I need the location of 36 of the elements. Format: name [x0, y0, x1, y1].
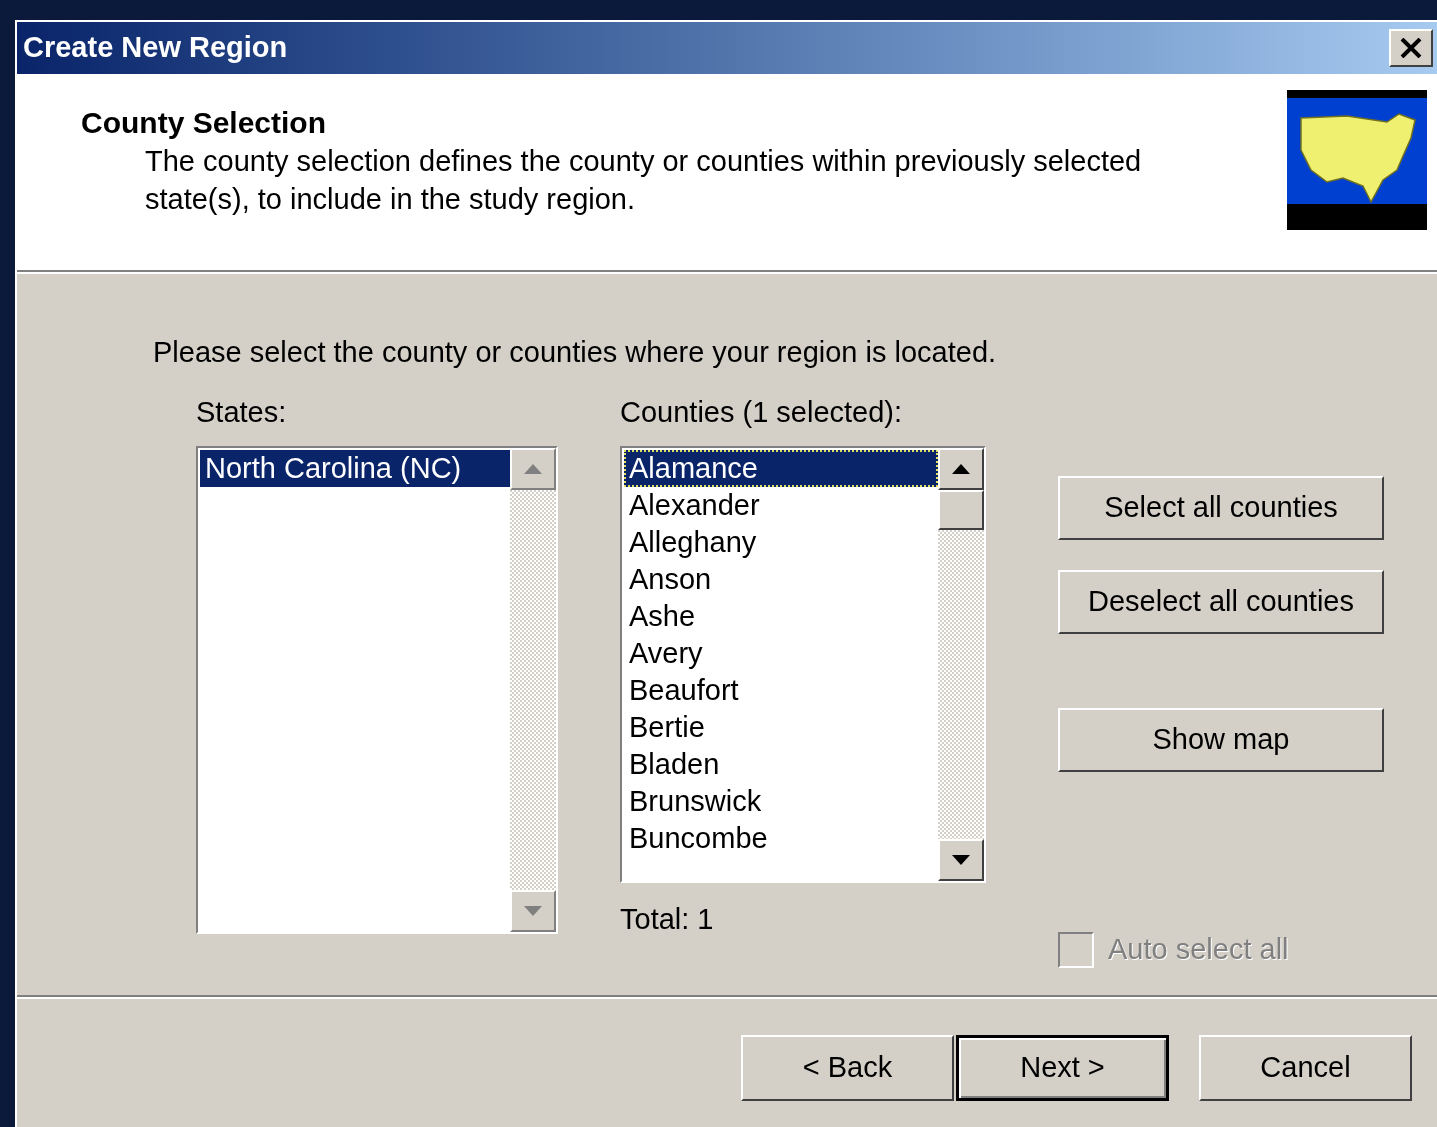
scroll-up-button[interactable] — [938, 448, 984, 490]
wizard-button[interactable]: Next > — [956, 1035, 1169, 1101]
scroll-down-button[interactable] — [938, 839, 984, 881]
us-map-icon — [1287, 90, 1427, 230]
wizard-button[interactable]: Cancel — [1199, 1035, 1412, 1101]
list-item[interactable]: Avery — [624, 635, 938, 672]
total-count: Total: 1 — [620, 902, 715, 937]
list-item[interactable]: Brunswick — [624, 783, 938, 820]
list-item[interactable]: Buncombe — [624, 820, 938, 857]
list-item[interactable]: Ashe — [624, 598, 938, 635]
list-item[interactable]: Alleghany — [624, 524, 938, 561]
list-item[interactable]: Alexander — [624, 487, 938, 524]
header-description: The county selection defines the county or counties within previously selected state(s), to include in the study region. — [144, 144, 1143, 217]
scroll-thumb[interactable] — [938, 490, 984, 530]
list-item[interactable]: Alamance — [624, 450, 938, 487]
header-title: County Selection — [81, 105, 328, 141]
window-title: Create New Region — [23, 30, 288, 66]
list-item[interactable]: Bertie — [624, 709, 938, 746]
list-item[interactable]: Bladen — [624, 746, 938, 783]
up-arrow-icon — [952, 464, 970, 474]
wizard-button[interactable]: < Back — [741, 1035, 954, 1101]
action-button[interactable]: Select all counties — [1058, 476, 1384, 540]
close-button[interactable] — [1389, 29, 1433, 67]
instruction-text: Please select the county or counties where your region is located. — [153, 335, 998, 370]
action-button[interactable]: Show map — [1058, 708, 1384, 772]
list-item[interactable]: North Carolina (NC) — [200, 450, 510, 487]
up-arrow-icon — [524, 464, 542, 474]
checkbox-label: Auto select all — [1108, 932, 1289, 967]
states-label: States: — [196, 395, 288, 430]
counties-label: Counties (1 selected): — [620, 395, 904, 430]
action-button[interactable]: Deselect all counties — [1058, 570, 1384, 634]
down-arrow-icon — [952, 855, 970, 865]
list-item[interactable]: Beaufort — [624, 672, 938, 709]
list-item[interactable]: Anson — [624, 561, 938, 598]
down-arrow-icon — [524, 906, 542, 916]
close-icon — [1400, 38, 1422, 58]
